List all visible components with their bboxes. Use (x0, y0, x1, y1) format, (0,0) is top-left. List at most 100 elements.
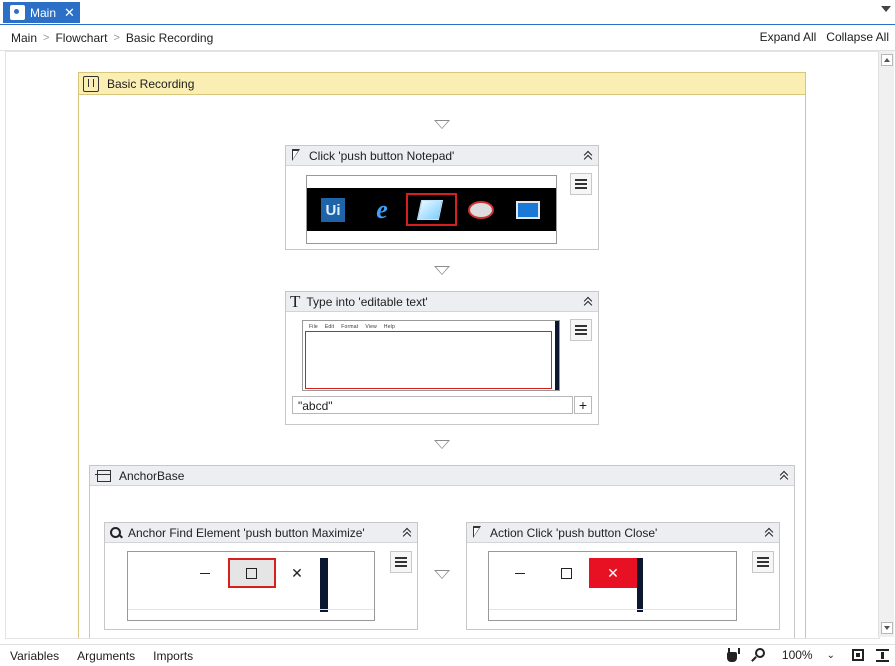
zoom-value: 100% (781, 648, 813, 662)
activity-title: AnchorBase (119, 468, 185, 483)
activity-header[interactable]: AnchorBase (90, 466, 794, 486)
notepad-menu: File Edit Format View Help (309, 324, 402, 330)
cursor-click-icon (472, 525, 484, 540)
collapse-icon[interactable] (779, 470, 790, 481)
window-edge (555, 321, 559, 390)
notepad-menu-item: Help (383, 324, 395, 330)
cursor-click-icon (291, 148, 303, 163)
type-into-icon: T (290, 291, 301, 311)
tab-main-label: Main (30, 5, 57, 20)
breadcrumb-item-main[interactable]: Main (11, 31, 37, 45)
breadcrumb-item-flowchart[interactable]: Flowchart (55, 31, 107, 45)
drop-arrow-icon[interactable] (434, 120, 450, 129)
minimize-glyph-icon (497, 558, 543, 588)
close-icon[interactable]: ✕ (64, 5, 75, 21)
screenshot-thumbnail: ✕ (488, 551, 737, 621)
breadcrumb-bar: Main > Flowchart > Basic Recording Expan… (0, 25, 895, 51)
divider (128, 609, 374, 610)
designer-canvas[interactable]: Basic Recording Click 'push button Notep… (5, 51, 880, 639)
target-selection-box (305, 331, 552, 389)
workflow-icon (10, 5, 25, 20)
activity-header[interactable]: Click 'push button Notepad' (286, 146, 598, 166)
uipath-logo: Ui (321, 198, 345, 222)
target-selection-box (228, 558, 276, 588)
activity-title: Anchor Find Element 'push button Maximiz… (128, 525, 365, 540)
chevron-right-icon: > (113, 32, 120, 44)
window-edge (637, 558, 643, 612)
fit-to-screen-icon[interactable] (852, 649, 864, 661)
collapse-icon[interactable] (764, 527, 775, 538)
breadcrumb: Main > Flowchart > Basic Recording (11, 31, 213, 45)
notepad-menu-item: View (365, 324, 377, 330)
zoom-icon[interactable] (751, 648, 765, 662)
activity-menu-button[interactable] (570, 319, 592, 341)
breadcrumb-item-basic-recording[interactable]: Basic Recording (126, 31, 213, 45)
activity-type-into[interactable]: T Type into 'editable text' File Edit Form… (285, 291, 599, 425)
maximize-glyph-icon (543, 558, 589, 588)
sequence-header[interactable]: Basic Recording (79, 73, 805, 95)
activity-title: Click 'push button Notepad' (309, 148, 455, 163)
expand-all-link[interactable]: Expand All (760, 30, 817, 44)
target-selection-box (406, 193, 457, 226)
bottom-tabs: Variables Arguments Imports (10, 649, 193, 663)
activity-anchor-base[interactable]: AnchorBase Anchor Find Element 'push but… (89, 465, 795, 638)
tab-imports[interactable]: Imports (153, 649, 193, 663)
activity-anchor-find-element[interactable]: Anchor Find Element 'push button Maximiz… (104, 522, 418, 630)
document-tab-strip: Main ✕ (0, 0, 895, 25)
vertical-scrollbar[interactable] (878, 51, 894, 637)
scroll-down-icon[interactable] (881, 622, 893, 634)
plus-icon[interactable]: + (574, 396, 592, 414)
collapse-icon[interactable] (583, 150, 594, 161)
sequence-icon (83, 75, 99, 92)
screenshot-thumbnail: ✕ (127, 551, 375, 621)
notepad-menu-item: Format (341, 324, 359, 330)
anchor-base-icon (95, 469, 111, 482)
activity-click-notepad[interactable]: Click 'push button Notepad' Ui e (285, 145, 599, 250)
activity-header[interactable]: Action Click 'push button Close' (467, 523, 779, 543)
collapse-all-link[interactable]: Collapse All (826, 30, 889, 44)
close-glyph-icon: ✕ (291, 564, 303, 581)
tab-arguments[interactable]: Arguments (77, 649, 135, 663)
collapse-icon[interactable] (402, 527, 413, 538)
chevron-down-icon: ⌄ (826, 649, 835, 661)
notepad-menu-item: Edit (324, 324, 335, 330)
activity-action-click-close[interactable]: Action Click 'push button Close' ✕ (466, 522, 780, 630)
drop-arrow-icon[interactable] (434, 570, 450, 579)
sequence-title: Basic Recording (107, 76, 195, 91)
activity-title: Type into 'editable text' (306, 294, 428, 309)
screenshot-thumbnail: File Edit Format View Help (302, 320, 560, 391)
drop-arrow-icon[interactable] (434, 440, 450, 449)
window-edge (320, 558, 328, 612)
internet-explorer-icon: e (376, 195, 388, 224)
tab-variables[interactable]: Variables (10, 649, 59, 663)
chevron-right-icon: > (43, 32, 50, 44)
close-glyph-icon: ✕ (589, 558, 637, 588)
tab-dropdown-icon[interactable] (881, 6, 891, 12)
zoom-select[interactable]: 100% ⌄ (777, 647, 840, 663)
collapse-icon[interactable] (583, 296, 594, 307)
tab-main[interactable]: Main ✕ (3, 2, 80, 23)
sequence-basic-recording[interactable]: Basic Recording Click 'push button Notep… (78, 72, 806, 638)
media-icon (515, 197, 541, 223)
divider (489, 609, 736, 610)
text-input-field[interactable]: "abcd" (292, 396, 573, 414)
minimize-glyph-icon (182, 558, 228, 588)
activity-header[interactable]: Anchor Find Element 'push button Maximiz… (105, 523, 417, 543)
activity-menu-button[interactable] (570, 173, 592, 195)
uipath-icon: Ui (320, 197, 346, 223)
activity-header[interactable]: T Type into 'editable text' (286, 292, 598, 312)
activity-menu-button[interactable] (390, 551, 412, 573)
overview-icon[interactable] (876, 648, 889, 662)
screenshot-thumbnail: Ui e (306, 175, 557, 244)
zoom-tools: 100% ⌄ (725, 647, 889, 663)
expand-collapse-links: Expand All Collapse All (760, 30, 889, 44)
search-icon (110, 526, 122, 539)
paint-icon (468, 197, 494, 223)
notepad-menu-item: File (309, 324, 318, 330)
activity-title: Action Click 'push button Close' (490, 525, 658, 540)
hand-pan-icon[interactable] (725, 648, 740, 662)
drop-arrow-icon[interactable] (434, 266, 450, 275)
scroll-up-icon[interactable] (881, 54, 893, 66)
activity-menu-button[interactable] (752, 551, 774, 573)
bottom-bar: Variables Arguments Imports 100% ⌄ (0, 644, 895, 666)
